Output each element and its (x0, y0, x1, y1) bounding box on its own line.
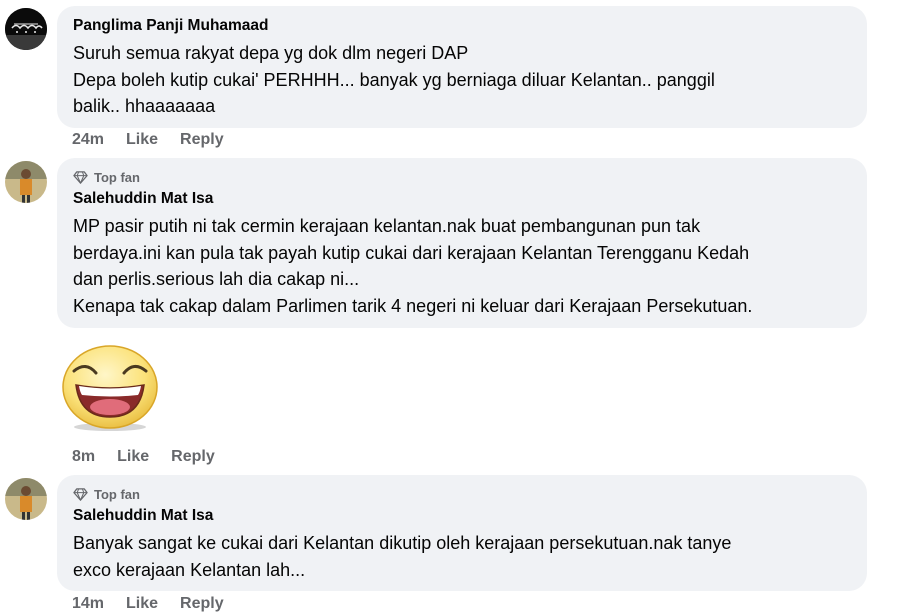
comment-actions: 8m Like Reply (72, 448, 215, 466)
comment-text-line: Depa boleh kutip cukai' PERHHH... banyak… (73, 69, 715, 90)
reply-button[interactable]: Reply (180, 131, 224, 149)
diamond-icon (73, 170, 88, 184)
avatar[interactable] (5, 161, 47, 203)
avatar-image (5, 8, 47, 50)
diamond-icon (73, 487, 88, 501)
comment-bubble: Top fan Salehuddin Mat Isa Banyak sangat… (57, 475, 867, 591)
comment-text-line: exco kerajaan Kelantan lah... (73, 559, 306, 580)
comment-text-line: Suruh semua rakyat depa yg dok dlm neger… (73, 43, 469, 63)
comment-actions: 24m Like Reply (72, 131, 224, 149)
badge-label: Top fan (94, 486, 140, 502)
comment-timestamp[interactable]: 8m (72, 448, 95, 466)
avatar[interactable] (5, 478, 47, 520)
comment-author[interactable]: Salehuddin Mat Isa (73, 189, 851, 209)
like-button[interactable]: Like (117, 448, 149, 466)
comment-timestamp[interactable]: 24m (72, 131, 104, 149)
comment-author[interactable]: Panglima Panji Muhamaad (73, 16, 851, 36)
comment-text-line: MP pasir putih ni tak cermin kerajaan ke… (73, 216, 701, 236)
reply-button[interactable]: Reply (180, 595, 224, 613)
avatar-image (5, 161, 47, 203)
like-button[interactable]: Like (126, 595, 158, 613)
comment-text-line: berdaya.ini kan pula tak payah kutip cuk… (73, 242, 750, 263)
comment-author[interactable]: Salehuddin Mat Isa (73, 506, 851, 526)
comment-text-line: balik.. hhaaaaaaa (73, 96, 216, 116)
comment-bubble: Top fan Salehuddin Mat Isa MP pasir puti… (57, 158, 867, 328)
comment-bubble: Panglima Panji Muhamaad Suruh semua raky… (57, 6, 867, 128)
top-fan-badge: Top fan (73, 168, 851, 186)
comment-text-line: Kenapa tak cakap dalam Parlimen tarik 4 … (73, 295, 753, 316)
badge-label: Top fan (94, 169, 140, 185)
comment-actions: 14m Like Reply (72, 595, 224, 613)
reply-button[interactable]: Reply (171, 448, 215, 466)
avatar-image (5, 478, 47, 520)
top-fan-badge: Top fan (73, 485, 851, 503)
like-button[interactable]: Like (126, 131, 158, 149)
laughing-face-icon (62, 345, 158, 431)
laughing-sticker[interactable] (60, 343, 160, 438)
comment-timestamp[interactable]: 14m (72, 595, 104, 613)
avatar[interactable] (5, 8, 47, 50)
comment-text-line: Banyak sangat ke cukai dari Kelantan dik… (73, 533, 732, 553)
comment-text-line: dan perlis.serious lah dia cakap ni... (73, 269, 360, 289)
